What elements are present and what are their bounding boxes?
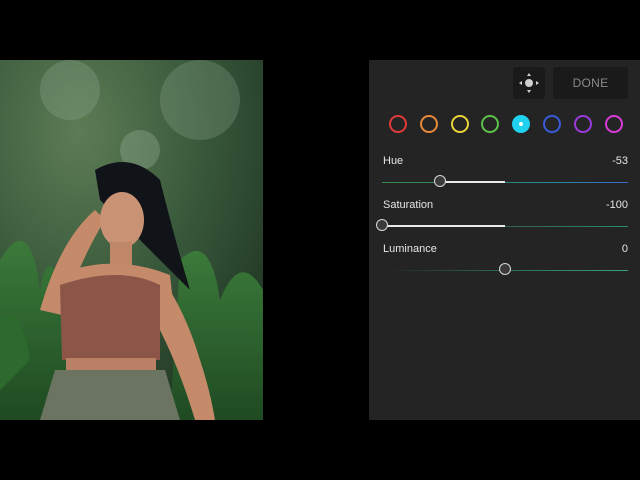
target-adjust-button[interactable]: [513, 67, 545, 99]
swatch-purple[interactable]: [573, 115, 592, 133]
slider-thumb[interactable]: [376, 219, 388, 231]
swatch-yellow[interactable]: [450, 115, 469, 133]
swatch-red[interactable]: [389, 115, 407, 133]
target-adjust-icon: [519, 73, 539, 93]
swatch-orange[interactable]: [419, 115, 438, 133]
slider-label: Hue: [383, 155, 404, 167]
selected-dot: [519, 122, 524, 126]
swatch-blue[interactable]: [543, 115, 561, 133]
slider-track[interactable]: [382, 182, 628, 183]
slider-thumb[interactable]: [433, 175, 446, 187]
photo-preview: [0, 60, 263, 420]
hsl-panel: DONE Hue -53 Saturation -100 Luminance 0: [369, 60, 640, 420]
slider-value: 0: [621, 243, 628, 255]
swatch-aqua[interactable]: [512, 115, 531, 133]
swatch-green[interactable]: [481, 115, 500, 133]
slider-thumb[interactable]: [499, 263, 511, 275]
color-swatches: [389, 115, 629, 133]
swatch-magenta[interactable]: [604, 115, 623, 133]
slider-label: Saturation: [383, 199, 434, 211]
slider-fill: [439, 181, 505, 183]
slider-value: -100: [605, 199, 628, 211]
done-button[interactable]: DONE: [553, 67, 628, 99]
slider-value: -53: [612, 155, 628, 167]
slider-label: Luminance: [383, 243, 437, 255]
slider-fill: [382, 225, 505, 227]
